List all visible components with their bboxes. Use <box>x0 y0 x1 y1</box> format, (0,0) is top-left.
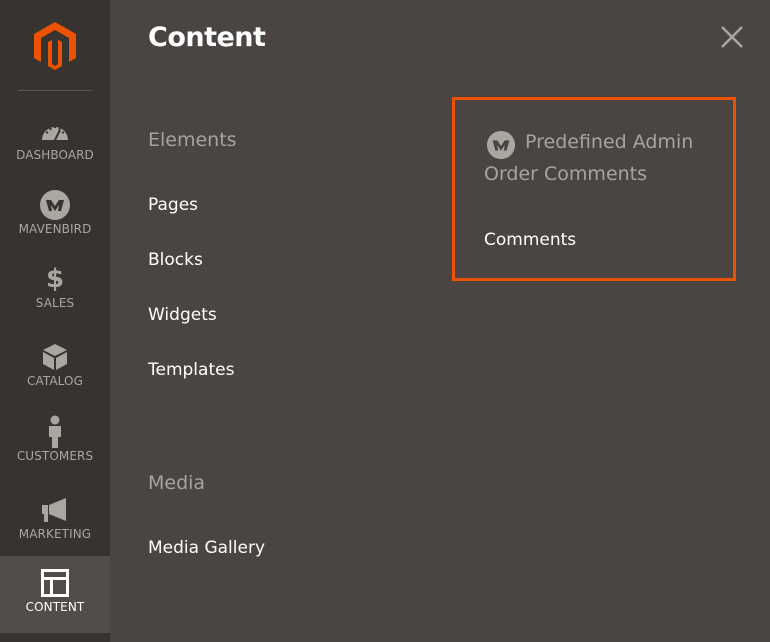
gauge-icon <box>40 114 70 148</box>
menu-link-blocks[interactable]: Blocks <box>148 250 203 270</box>
logo-divider <box>18 90 92 91</box>
nav-item-catalog[interactable]: CATALOG <box>0 330 110 407</box>
extension-title-line2: Order Comments <box>484 163 648 185</box>
admin-sidebar: DASHBOARD MAVENBIRD $ SALES CATALOG CUST… <box>0 0 110 642</box>
megaphone-icon <box>40 493 70 527</box>
menu-link-templates[interactable]: Templates <box>148 360 234 380</box>
extension-menu-section: Predefined Admin Order Comments Comments <box>452 97 736 281</box>
section-title-media: Media <box>148 472 206 494</box>
nav-item-customers[interactable]: CUSTOMERS <box>0 405 110 482</box>
nav-label: MARKETING <box>18 527 92 541</box>
section-title-elements: Elements <box>148 129 237 151</box>
dollar-icon: $ <box>45 264 65 294</box>
mavenbird-icon <box>486 130 516 160</box>
person-icon <box>46 415 64 449</box>
nav-label: SALES <box>35 296 75 310</box>
nav-label: DASHBOARD <box>16 148 94 162</box>
menu-link-widgets[interactable]: Widgets <box>148 305 217 325</box>
nav-label: CONTENT <box>25 600 85 614</box>
nav-item-content[interactable]: CONTENT <box>0 556 110 633</box>
close-icon[interactable] <box>720 25 744 49</box>
extension-title: Predefined Admin <box>525 131 694 153</box>
nav-label: MAVENBIRD <box>18 222 92 236</box>
nav-item-marketing[interactable]: MARKETING <box>0 483 110 560</box>
nav-item-dashboard[interactable]: DASHBOARD <box>0 104 110 181</box>
box-icon <box>42 340 68 374</box>
nav-item-sales[interactable]: $ SALES <box>0 252 110 329</box>
menu-link-media-gallery[interactable]: Media Gallery <box>148 538 265 558</box>
mavenbird-icon <box>39 188 71 222</box>
magento-logo-icon[interactable] <box>31 20 79 70</box>
nav-label: CATALOG <box>27 374 83 388</box>
nav-label: CUSTOMERS <box>16 449 94 463</box>
menu-link-comments[interactable]: Comments <box>484 230 576 250</box>
nav-item-mavenbird[interactable]: MAVENBIRD <box>0 178 110 255</box>
content-menu-panel: Content Elements Pages Blocks Widgets Te… <box>110 0 770 642</box>
menu-link-pages[interactable]: Pages <box>148 195 198 215</box>
panel-title: Content <box>148 22 266 53</box>
layout-icon <box>41 566 69 600</box>
